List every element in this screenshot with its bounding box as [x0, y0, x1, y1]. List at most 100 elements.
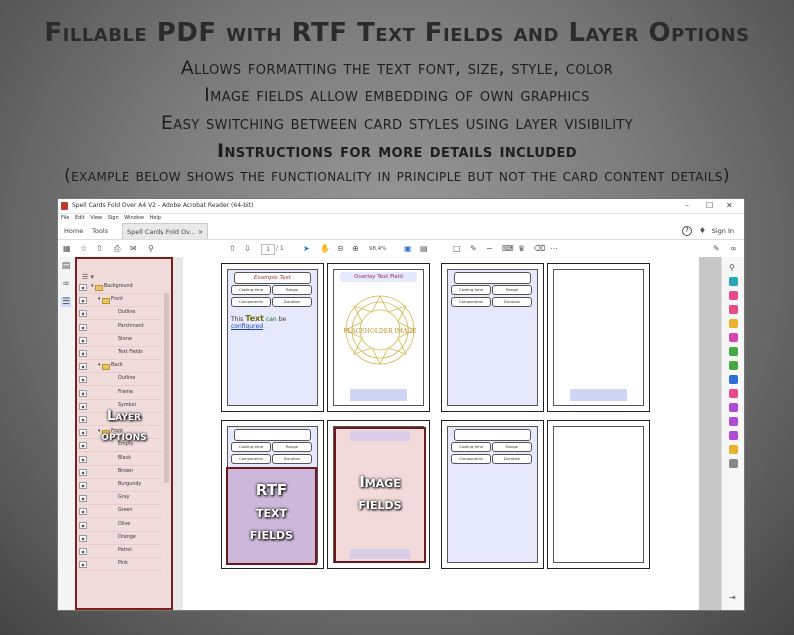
notification-bell-icon[interactable]: ♦	[699, 226, 706, 236]
range-field[interactable]: Range	[272, 285, 312, 295]
casting-time-field[interactable]: Casting time	[451, 442, 491, 452]
menu-file[interactable]: File	[61, 215, 69, 221]
highlight-pen-icon[interactable]: ✎	[470, 243, 477, 255]
layer-row[interactable]: ◉Outline	[77, 373, 161, 386]
minimize-button[interactable]: –	[685, 199, 689, 213]
tab-tools[interactable]: Tools	[92, 223, 108, 239]
mail-icon[interactable]: ✉	[130, 243, 137, 255]
layer-row[interactable]: ◉Orange	[77, 532, 161, 545]
upload-cloud-icon[interactable]: ⇧	[96, 243, 103, 255]
compress-icon[interactable]	[729, 361, 738, 370]
sign-in-button[interactable]: Sign In	[712, 223, 734, 239]
more-tools-icon[interactable]: ⋯	[550, 243, 558, 255]
layer-visibility-eye-icon[interactable]: ◉	[79, 284, 87, 291]
page-up-icon[interactable]: ⇧	[229, 243, 236, 255]
range-field[interactable]: Range	[272, 442, 312, 452]
share-pen-icon[interactable]: ✎	[713, 243, 720, 255]
comment-icon[interactable]: □	[453, 243, 461, 255]
layers-icon[interactable]: ☰	[61, 297, 71, 307]
more-tools-rail-icon[interactable]	[729, 459, 738, 468]
overlay-bottom-field[interactable]	[350, 389, 407, 401]
draw-icon[interactable]: ∽	[486, 243, 493, 255]
back-bottom-field[interactable]	[570, 389, 627, 401]
share-link-icon[interactable]: ∞	[730, 243, 737, 255]
card-title-field[interactable]	[234, 429, 311, 441]
card-title-field[interactable]	[454, 272, 531, 284]
export-pdf-icon[interactable]	[729, 277, 738, 286]
page-thumbnails-icon[interactable]: ▤	[61, 261, 71, 271]
layer-row[interactable]: ◉Burgundy	[77, 479, 161, 492]
layer-visibility-eye-icon[interactable]: ◉	[79, 561, 87, 568]
attachments-paperclip-icon[interactable]: ∞	[61, 279, 71, 289]
layer-visibility-eye-icon[interactable]: ◉	[79, 363, 87, 370]
protect-icon[interactable]	[729, 375, 738, 384]
comment-tool-icon[interactable]	[729, 319, 738, 328]
card-title-field[interactable]: Example Text	[234, 272, 311, 284]
layer-visibility-eye-icon[interactable]: ◉	[79, 469, 87, 476]
expand-rail-icon[interactable]: ⇥	[729, 593, 738, 602]
combine-files-icon[interactable]	[729, 333, 738, 342]
save-icon[interactable]: ▦	[63, 243, 71, 255]
zoom-out-icon[interactable]: ⊝	[337, 243, 344, 255]
card-title-field[interactable]	[454, 429, 531, 441]
layer-row[interactable]: ◉Frame	[77, 387, 161, 400]
layer-visibility-eye-icon[interactable]: ◉	[79, 508, 87, 515]
select-pointer-icon[interactable]: ➤	[303, 243, 310, 255]
search-icon[interactable]: ⚲	[148, 243, 154, 255]
menu-view[interactable]: View	[90, 215, 102, 221]
layer-row[interactable]: ◉▾Back	[77, 360, 161, 373]
layer-visibility-eye-icon[interactable]: ◉	[79, 350, 87, 357]
layer-row[interactable]: ◉Olive	[77, 519, 161, 532]
request-signature-icon[interactable]	[729, 403, 738, 412]
layer-row[interactable]: ◉Green	[77, 505, 161, 518]
collapse-panel-handle[interactable]	[173, 257, 183, 610]
text-edit-icon[interactable]: ⌨	[502, 243, 514, 255]
chevron-down-icon[interactable]: ▾	[98, 294, 100, 306]
image-field-highlight[interactable]: Image fields	[334, 427, 426, 563]
hand-tool-icon[interactable]: ✋	[320, 243, 330, 255]
layer-row[interactable]: ◉▾Front	[77, 294, 161, 307]
tab-home[interactable]: Home	[64, 223, 83, 239]
components-field[interactable]: Components	[231, 297, 271, 307]
layer-visibility-eye-icon[interactable]: ◉	[79, 482, 87, 489]
tab-document[interactable]: Spell Cards Fold Ov... ×	[122, 223, 208, 239]
stamp-tool-icon[interactable]	[729, 445, 738, 454]
organize-pages-icon[interactable]	[729, 347, 738, 356]
edit-pdf-icon[interactable]	[729, 305, 738, 314]
zoom-in-icon[interactable]: ⊕	[352, 243, 359, 255]
layer-visibility-eye-icon[interactable]: ◉	[79, 456, 87, 463]
duration-field[interactable]: Duration	[492, 297, 532, 307]
casting-time-field[interactable]: Casting time	[451, 285, 491, 295]
rtf-text-field-highlight[interactable]: RTF text fields	[226, 467, 317, 565]
layer-visibility-eye-icon[interactable]: ◉	[79, 535, 87, 542]
menu-window[interactable]: Window	[124, 215, 144, 221]
components-field[interactable]: Components	[451, 297, 491, 307]
tab-close-icon[interactable]: ×	[198, 228, 203, 236]
bookmark-star-icon[interactable]: ☆	[80, 243, 87, 255]
layer-row[interactable]: ◉▾Background	[77, 281, 161, 294]
layer-row[interactable]: ◉Gray	[77, 492, 161, 505]
menu-edit[interactable]: Edit	[75, 215, 85, 221]
layer-visibility-eye-icon[interactable]: ◉	[79, 324, 87, 331]
duration-field[interactable]: Duration	[272, 297, 312, 307]
send-review-icon[interactable]	[729, 431, 738, 440]
fill-sign-icon[interactable]	[729, 389, 738, 398]
components-field[interactable]: Components	[231, 454, 271, 464]
zoom-level-field[interactable]: 98,4%	[369, 244, 386, 254]
layer-visibility-eye-icon[interactable]: ◉	[79, 390, 87, 397]
layer-visibility-eye-icon[interactable]: ◉	[79, 337, 87, 344]
chevron-down-icon[interactable]: ▾	[91, 281, 93, 293]
maximize-button[interactable]: ☐	[706, 199, 713, 213]
layer-visibility-eye-icon[interactable]: ◉	[79, 297, 87, 304]
rail-zoom-icon[interactable]: ⚲	[729, 263, 738, 272]
layer-row[interactable]: ◉Brown	[77, 466, 161, 479]
layer-row[interactable]: ◉Parchment	[77, 321, 161, 334]
casting-time-field[interactable]: Casting time	[231, 442, 271, 452]
prepare-form-icon[interactable]	[729, 417, 738, 426]
help-icon[interactable]: ?	[682, 226, 692, 236]
components-field[interactable]: Components	[451, 454, 491, 464]
layer-row[interactable]: ◉Pink	[77, 558, 161, 571]
page-down-icon[interactable]: ⇩	[244, 243, 251, 255]
layer-row[interactable]: ◉Black	[77, 453, 161, 466]
layer-visibility-eye-icon[interactable]: ◉	[79, 376, 87, 383]
